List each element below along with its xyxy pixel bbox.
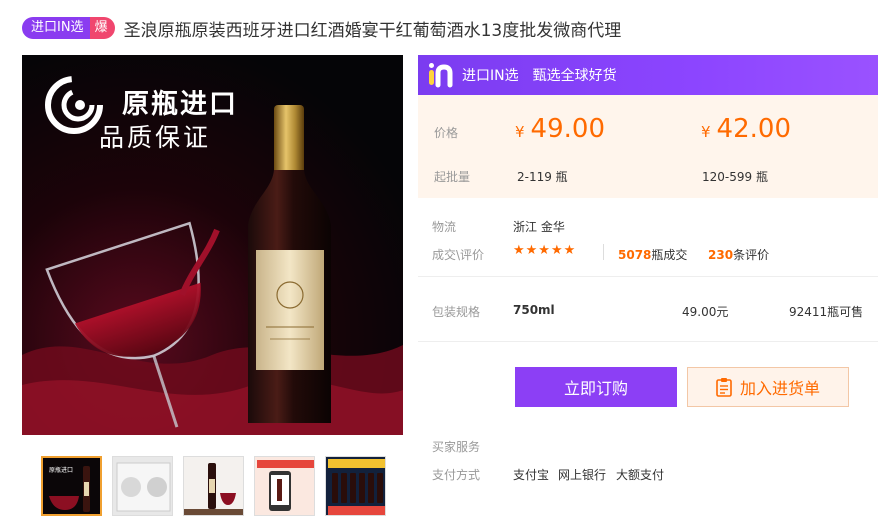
clipboard-icon	[716, 378, 732, 397]
buy-now-button[interactable]: 立即订购	[515, 367, 677, 407]
moq-tier-2: 120-599 瓶	[702, 170, 768, 184]
badge-in-select: 进口IN选	[22, 17, 90, 39]
import-badge: 进口IN选 爆	[22, 17, 115, 39]
rating-stars: ★★★★★	[513, 243, 577, 258]
thumb-label-closeup[interactable]	[112, 456, 173, 516]
brand-slogan-1: 原瓶进口	[122, 89, 238, 120]
moq-label: 起批量	[434, 170, 471, 184]
deals-label: 成交\评价	[432, 248, 485, 262]
in-select-logo-icon	[429, 63, 453, 88]
main-product-image[interactable]: 原瓶进口 品质保证	[22, 55, 403, 435]
thumbnail-strip: 原瓶进口	[41, 456, 386, 516]
product-title: 圣浪原瓶原装西班牙进口红酒婚宴干红葡萄酒水13度批发微商代理	[123, 20, 622, 41]
price-panel: 价格 ¥49.00 ¥42.00 起批量 2-119 瓶 120-599 瓶	[418, 95, 878, 198]
sold-number: 5078	[618, 248, 652, 262]
payment-large-amount[interactable]: 大额支付	[616, 466, 664, 483]
buyer-service-label: 买家服务	[432, 440, 481, 454]
badge-hot: 爆	[89, 17, 115, 39]
moq-tier-1: 2-119 瓶	[517, 170, 568, 184]
thumb-case-promo[interactable]	[325, 456, 386, 516]
title-row: 进口IN选 爆 圣浪原瓶原装西班牙进口红酒婚宴干红葡萄酒水13度批发微商代理	[22, 15, 621, 41]
review-number: 230	[708, 248, 734, 262]
thumb-bottle-glass[interactable]: 原瓶进口	[41, 456, 102, 516]
spec-size[interactable]: 750ml	[513, 303, 555, 317]
currency-symbol: ¥	[515, 123, 525, 141]
spec-price: 49.00元	[682, 305, 729, 319]
divider	[603, 244, 604, 260]
price-tier-1-value: 49.00	[530, 114, 605, 144]
section-divider	[418, 341, 878, 342]
spec-label: 包装规格	[432, 305, 481, 319]
logistics-value: 浙江 金华	[513, 220, 565, 234]
add-to-cart-label: 加入进货单	[739, 379, 820, 398]
sold-count[interactable]: 5078瓶成交	[618, 246, 687, 263]
promo-slogan: 甄选全球好货	[532, 68, 617, 84]
spec-stock: 92411瓶可售	[789, 305, 864, 319]
logistics-label: 物流	[432, 220, 457, 234]
currency-symbol: ¥	[701, 123, 711, 141]
promo-banner: 进口IN选 甄选全球好货	[418, 55, 878, 95]
price-label: 价格	[434, 126, 459, 140]
payment-online-bank[interactable]: 网上银行	[558, 466, 606, 483]
promo-name: 进口IN选	[462, 68, 519, 84]
price-tier-1: ¥49.00	[515, 114, 605, 144]
thumb-phone-promo[interactable]	[254, 456, 315, 516]
add-to-cart-button[interactable]: 加入进货单	[687, 367, 849, 407]
review-suffix: 条评价	[733, 248, 770, 262]
payment-alipay[interactable]: 支付宝	[513, 466, 549, 483]
price-tier-2: ¥42.00	[701, 114, 791, 144]
sold-suffix: 瓶成交	[651, 248, 688, 262]
section-divider	[418, 276, 878, 277]
thumb-bottle-table[interactable]	[183, 456, 244, 516]
svg-text:原瓶进口: 原瓶进口	[49, 466, 73, 474]
payment-label: 支付方式	[432, 468, 481, 482]
brand-slogan-2: 品质保证	[99, 123, 212, 152]
review-count[interactable]: 230条评价	[708, 246, 769, 263]
price-tier-2-value: 42.00	[716, 114, 791, 144]
